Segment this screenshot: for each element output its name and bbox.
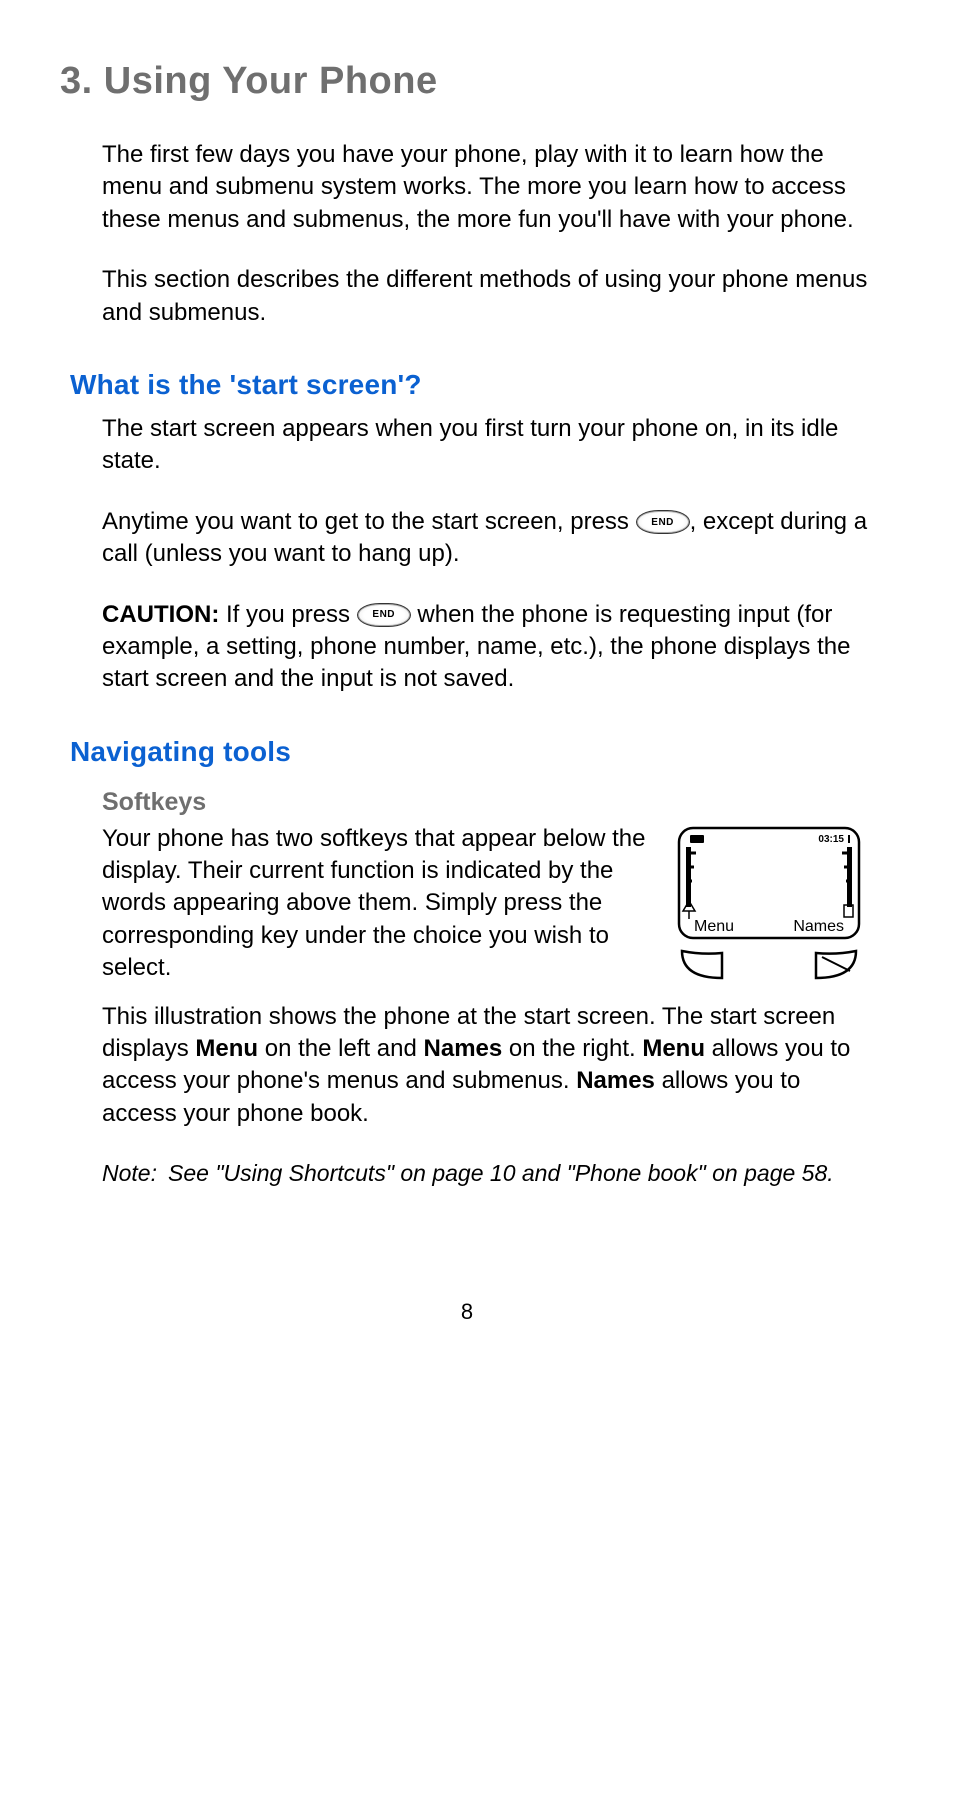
intro-paragraph-2: This section describes the different met… bbox=[102, 264, 874, 329]
end-key-icon: END bbox=[636, 510, 690, 534]
softkeys-row: Your phone has two softkeys that appear … bbox=[102, 823, 874, 1001]
start-screen-paragraph-2: Anytime you want to get to the start scr… bbox=[102, 506, 874, 571]
bold-menu-2: Menu bbox=[642, 1035, 705, 1062]
text-fragment: Anytime you want to get to the start scr… bbox=[102, 508, 636, 535]
start-screen-paragraph-1: The start screen appears when you first … bbox=[102, 413, 874, 478]
note-body: See "Using Shortcuts" on page 10 and "Ph… bbox=[168, 1158, 874, 1189]
section-heading-navigating-tools: Navigating tools bbox=[70, 736, 874, 768]
battery-icon bbox=[690, 835, 704, 843]
caution-paragraph: CAUTION: If you press END when the phone… bbox=[102, 599, 874, 696]
text-fragment: on the right. bbox=[502, 1035, 642, 1062]
left-softkey-icon bbox=[682, 951, 722, 978]
subsection-heading-softkeys: Softkeys bbox=[102, 788, 874, 817]
bold-menu: Menu bbox=[195, 1035, 258, 1062]
page-number: 8 bbox=[60, 1299, 874, 1325]
chapter-number: 3. bbox=[60, 60, 93, 102]
softkey-right-label: Names bbox=[793, 918, 844, 935]
phone-illustration: 03:15 bbox=[674, 823, 874, 998]
clock-text: 03:15 bbox=[818, 834, 844, 845]
text-fragment: If you press bbox=[219, 601, 356, 628]
end-key-icon: END bbox=[357, 603, 411, 627]
document-page: 3. Using Your Phone The first few days y… bbox=[0, 0, 954, 1445]
bold-names: Names bbox=[424, 1035, 503, 1062]
note-label: Note: bbox=[102, 1158, 168, 1189]
illustration-paragraph: This illustration shows the phone at the… bbox=[102, 1001, 874, 1131]
note-block: Note: See "Using Shortcuts" on page 10 a… bbox=[102, 1158, 874, 1189]
text-fragment: on the left and bbox=[258, 1035, 423, 1062]
intro-paragraph-1: The first few days you have your phone, … bbox=[102, 139, 874, 236]
chapter-name: Using Your Phone bbox=[104, 60, 438, 102]
chapter-title: 3. Using Your Phone bbox=[60, 60, 874, 103]
section-heading-start-screen: What is the 'start screen'? bbox=[70, 369, 874, 401]
bold-names-2: Names bbox=[576, 1067, 655, 1094]
caution-label: CAUTION: bbox=[102, 601, 219, 628]
softkey-left-label: Menu bbox=[694, 918, 734, 935]
softkeys-paragraph: Your phone has two softkeys that appear … bbox=[102, 823, 654, 985]
